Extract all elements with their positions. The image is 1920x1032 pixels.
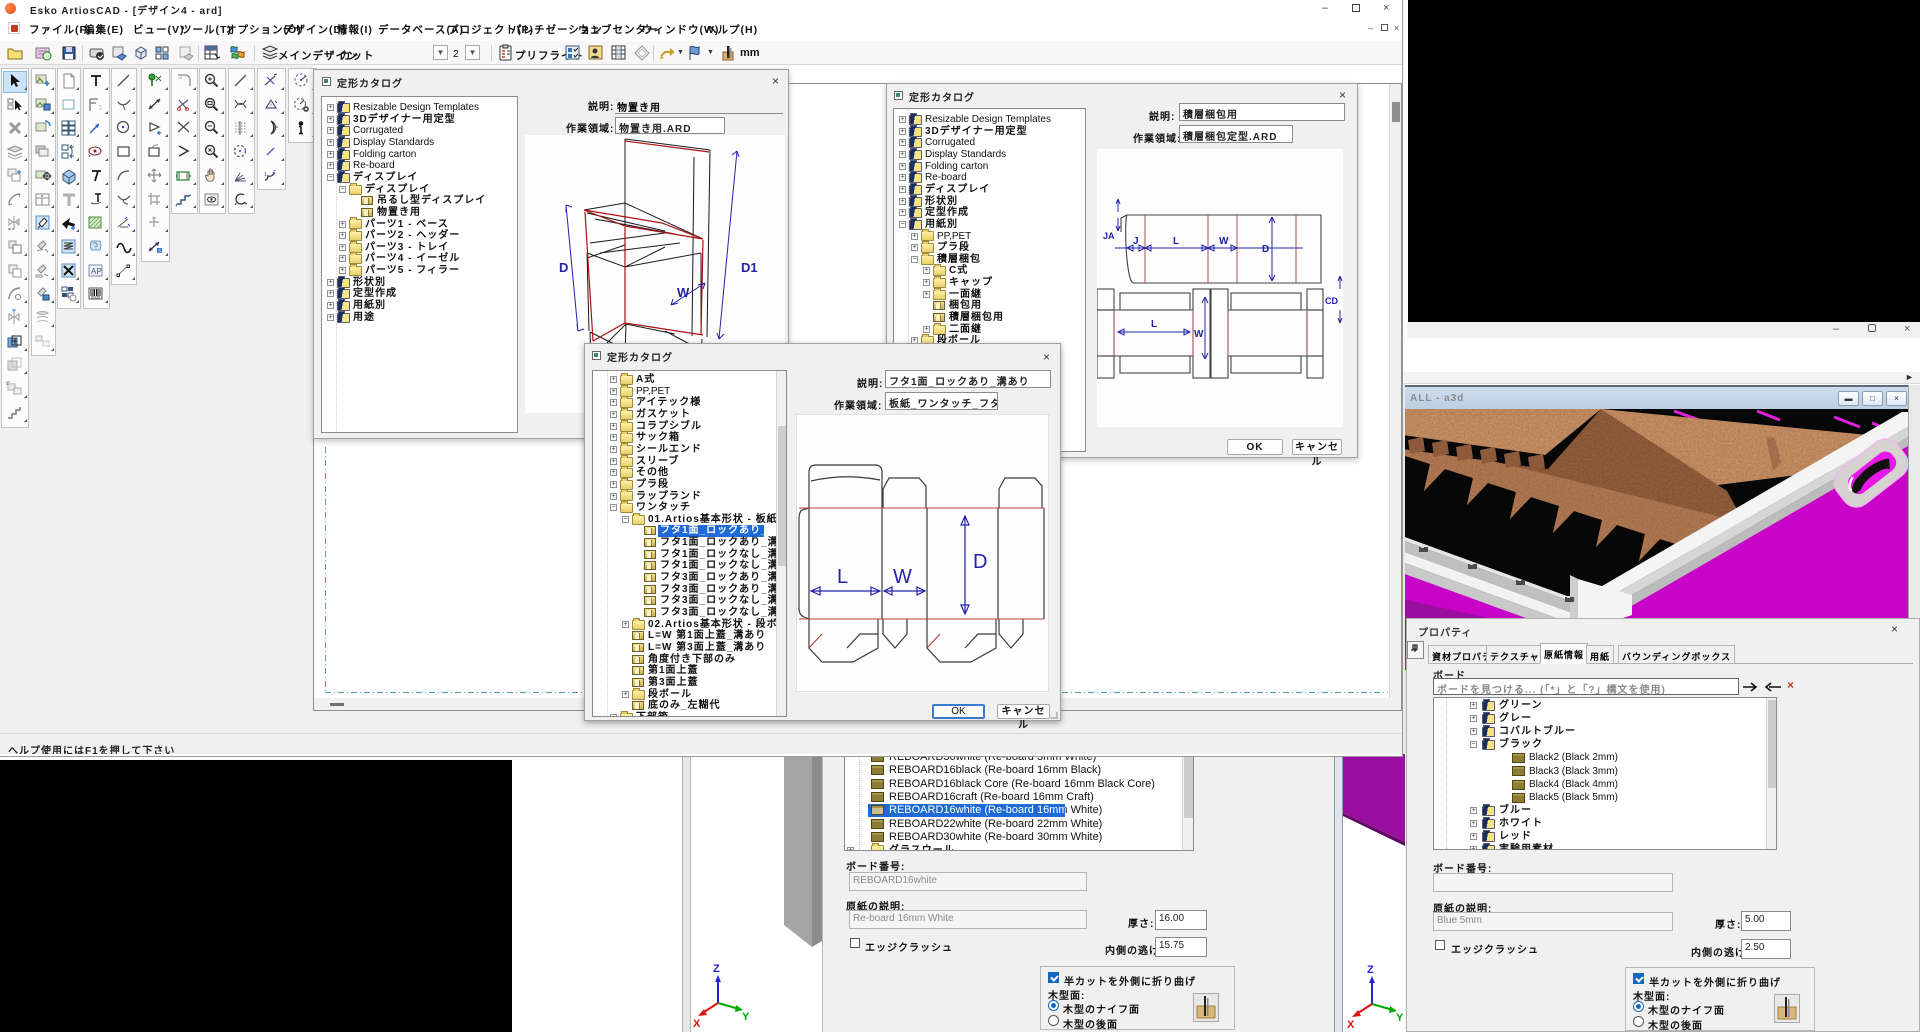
svg-text:S: S bbox=[158, 249, 161, 254]
svg-text:L: L bbox=[1173, 236, 1179, 247]
svg-text:Z: Z bbox=[1367, 964, 1374, 976]
svg-text:0000: 0000 bbox=[91, 295, 101, 300]
svg-text:1: 1 bbox=[264, 172, 267, 178]
svg-text:L: L bbox=[1151, 319, 1157, 330]
svg-text:Y: Y bbox=[1396, 1012, 1404, 1024]
svg-text:W: W bbox=[1219, 236, 1229, 247]
svg-text:D: D bbox=[973, 551, 987, 573]
svg-text:X: X bbox=[1347, 1019, 1355, 1031]
svg-text:W: W bbox=[677, 285, 690, 300]
svg-text:J: J bbox=[1133, 236, 1139, 247]
svg-text:2: 2 bbox=[273, 170, 276, 176]
svg-text:D: D bbox=[559, 260, 568, 275]
svg-text:D: D bbox=[1262, 244, 1269, 255]
svg-text:D1: D1 bbox=[741, 260, 758, 275]
svg-text:W: W bbox=[1194, 329, 1204, 340]
svg-text:JA: JA bbox=[1103, 231, 1115, 241]
svg-text:W: W bbox=[893, 566, 912, 588]
svg-text:AP: AP bbox=[91, 267, 102, 276]
svg-text:CD: CD bbox=[1325, 296, 1338, 306]
svg-text:Y: Y bbox=[742, 1011, 750, 1023]
svg-text:Z: Z bbox=[713, 963, 720, 975]
svg-text:X: X bbox=[693, 1018, 701, 1030]
svg-text:L: L bbox=[837, 566, 848, 588]
